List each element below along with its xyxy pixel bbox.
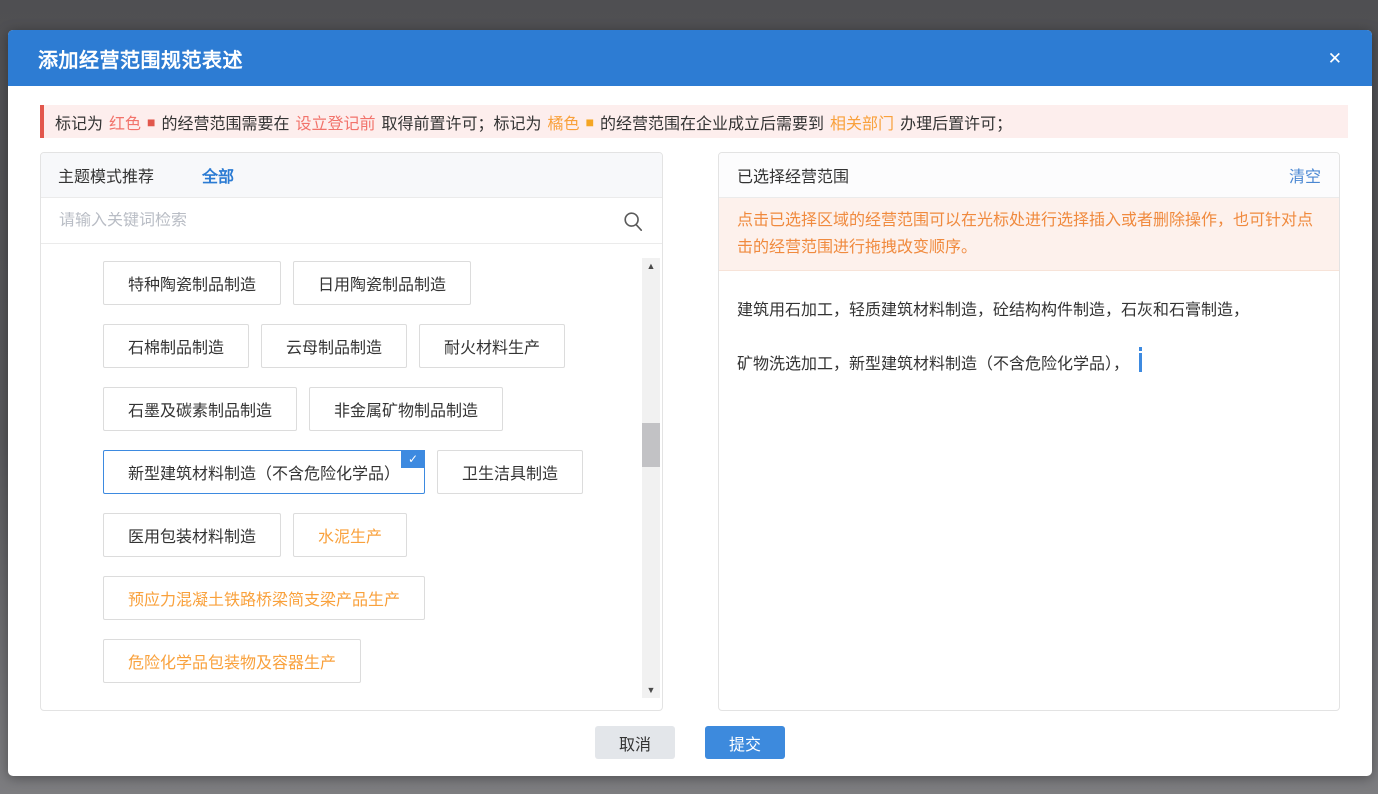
- scope-tag[interactable]: 新型建筑材料制造（不含危险化学品）✓: [103, 450, 425, 494]
- tag-row: 医用包装材料制造水泥生产: [103, 513, 618, 557]
- search-input[interactable]: [59, 212, 622, 230]
- orange-square-icon: ■: [586, 114, 594, 130]
- tag-row: 特种陶瓷制品制造日用陶瓷制品制造: [103, 261, 618, 305]
- notice-pre-permit-label: 设立登记前: [296, 110, 376, 134]
- notice-text: 标记为: [55, 110, 103, 134]
- scrollbar-thumb[interactable]: [642, 423, 660, 467]
- red-square-icon: ■: [147, 114, 155, 130]
- scope-tag[interactable]: 日用陶瓷制品制造: [293, 261, 471, 305]
- scrollbar[interactable]: ▲ ▼: [642, 258, 660, 698]
- scope-tag[interactable]: 特种陶瓷制品制造: [103, 261, 281, 305]
- selected-scope-text: 矿物洗选加工，新型建筑材料制造（不含危险化学品），: [737, 356, 1129, 373]
- notice-dept-label: 相关部门: [830, 110, 894, 134]
- scope-tag[interactable]: 预应力混凝土铁路桥梁简支梁产品生产: [103, 576, 425, 620]
- selected-scope-header: 已选择经营范围 清空: [719, 153, 1339, 198]
- dialog-header: 添加经营范围规范表述 ✕: [8, 30, 1372, 86]
- selected-scope-hint: 点击已选择区域的经营范围可以在光标处进行选择插入或者删除操作，也可针对点击的经营…: [719, 198, 1339, 271]
- scope-picker-panel: 主题模式推荐 全部 ▲ ▼ 特种陶瓷制品制造日用陶瓷制品制造石棉制品制造云母制品…: [40, 152, 663, 711]
- scope-tag[interactable]: 云母制品制造: [261, 324, 407, 368]
- panels-container: 主题模式推荐 全部 ▲ ▼ 特种陶瓷制品制造日用陶瓷制品制造石棉制品制造云母制品…: [40, 152, 1340, 711]
- scope-tag[interactable]: 非金属矿物制品制造: [309, 387, 503, 431]
- search-icon[interactable]: [622, 210, 644, 232]
- selected-scope-panel: 已选择经营范围 清空 点击已选择区域的经营范围可以在光标处进行选择插入或者删除操…: [718, 152, 1340, 711]
- permit-notice-bar: 标记为 红色 ■ 的经营范围需要在 设立登记前 取得前置许可；标记为 橘色 ■ …: [40, 105, 1348, 138]
- selected-scope-title: 已选择经营范围: [737, 163, 849, 187]
- tag-row: 石棉制品制造云母制品制造耐火材料生产: [103, 324, 618, 368]
- picker-tabs: 主题模式推荐 全部: [41, 153, 662, 198]
- selected-scope-text: 矿物洗选加工，新型建筑材料制造（不含危险化学品），: [737, 351, 1321, 379]
- notice-text: 的经营范围在企业成立后需要到: [600, 110, 824, 134]
- scope-tag[interactable]: 危险化学品包装物及容器生产: [103, 639, 361, 683]
- text-cursor: [1139, 353, 1142, 372]
- tag-row: 危险化学品包装物及容器生产: [103, 639, 618, 683]
- scroll-down-icon[interactable]: ▼: [642, 682, 660, 698]
- tab-theme-recommend[interactable]: 主题模式推荐: [58, 163, 154, 187]
- scope-tag[interactable]: 卫生洁具制造: [437, 450, 583, 494]
- add-business-scope-dialog: 添加经营范围规范表述 ✕ 标记为 红色 ■ 的经营范围需要在 设立登记前 取得前…: [8, 30, 1372, 776]
- tab-all[interactable]: 全部: [202, 163, 234, 187]
- tag-row: 石墨及碳素制品制造非金属矿物制品制造: [103, 387, 618, 431]
- scope-tag[interactable]: 石棉制品制造: [103, 324, 249, 368]
- scroll-up-icon[interactable]: ▲: [642, 258, 660, 274]
- notice-red-label: 红色: [109, 110, 141, 134]
- notice-text: 办理后置许可；: [900, 110, 1012, 134]
- scope-tag[interactable]: 医用包装材料制造: [103, 513, 281, 557]
- scope-tag-list: ▲ ▼ 特种陶瓷制品制造日用陶瓷制品制造石棉制品制造云母制品制造耐火材料生产石墨…: [41, 244, 662, 710]
- notice-orange-label: 橘色: [548, 110, 580, 134]
- notice-text: 的经营范围需要在: [162, 110, 290, 134]
- scope-tag[interactable]: 耐火材料生产: [419, 324, 565, 368]
- tag-row: 预应力混凝土铁路桥梁简支梁产品生产: [103, 576, 618, 620]
- clear-link[interactable]: 清空: [1289, 163, 1321, 187]
- cancel-button[interactable]: 取消: [595, 726, 675, 759]
- check-icon: ✓: [401, 450, 425, 468]
- scope-tag[interactable]: 石墨及碳素制品制造: [103, 387, 297, 431]
- search-bar: [41, 198, 662, 244]
- selected-scope-editor[interactable]: 建筑用石加工，轻质建筑材料制造，砼结构构件制造，石灰和石膏制造， 矿物洗选加工，…: [719, 271, 1339, 666]
- submit-button[interactable]: 提交: [705, 726, 785, 759]
- dialog-title: 添加经营范围规范表述: [38, 44, 243, 73]
- notice-text: 取得前置许可；标记为: [382, 110, 542, 134]
- close-icon[interactable]: ✕: [1328, 50, 1342, 67]
- dialog-footer: 取消 提交: [8, 726, 1372, 759]
- tag-row: 新型建筑材料制造（不含危险化学品）✓ 卫生洁具制造: [103, 450, 618, 494]
- scope-tag[interactable]: 水泥生产: [293, 513, 407, 557]
- selected-scope-text: 建筑用石加工，轻质建筑材料制造，砼结构构件制造，石灰和石膏制造，: [737, 297, 1321, 325]
